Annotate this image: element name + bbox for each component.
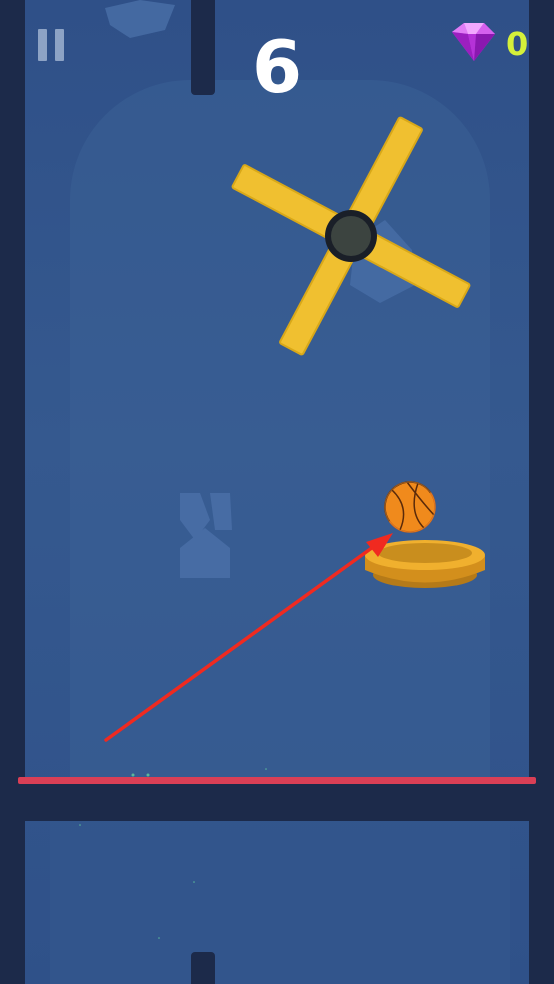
background-rock-top — [105, 0, 175, 38]
basketball[interactable] — [375, 472, 436, 533]
scene-layer — [79, 0, 485, 939]
game-stage[interactable]: 6 0 — [0, 0, 554, 984]
pause-button[interactable] — [38, 29, 72, 63]
floor-boundary-line — [18, 777, 536, 784]
purple-gem-icon — [452, 23, 495, 61]
score-counter: 6 — [251, 25, 303, 109]
background-rock-middle — [180, 493, 232, 578]
pause-icon-bar-left — [38, 29, 47, 61]
top-pillar — [191, 0, 215, 95]
left-wall — [0, 0, 25, 984]
aim-arrow — [104, 533, 393, 742]
x-spinner-obstacle — [231, 116, 471, 356]
gem-counter: 0 — [506, 25, 529, 63]
bottom-pillar — [191, 952, 215, 984]
right-wall — [529, 0, 554, 984]
pause-icon-bar-right — [55, 29, 64, 61]
